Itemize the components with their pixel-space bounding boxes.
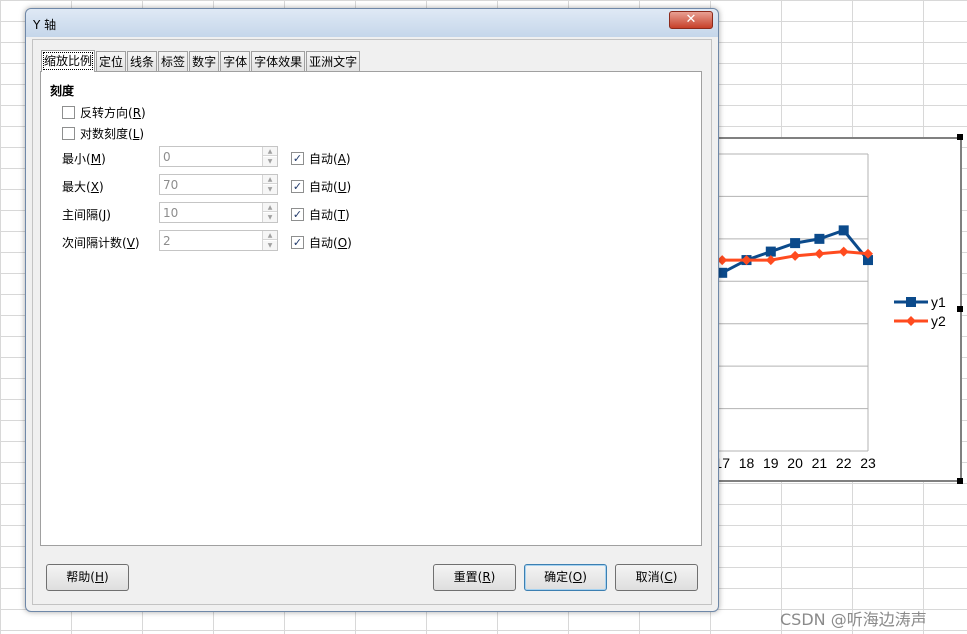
minor-interval-count-label: 次间隔计数(V) — [62, 236, 140, 250]
x-tick-label: 19 — [763, 455, 779, 471]
legend-marker-y1 — [906, 297, 916, 307]
minimum-label: 最小(M) — [62, 152, 106, 166]
section-title: 刻度 — [50, 84, 75, 98]
tab-scale[interactable]: 缩放比例 — [41, 50, 96, 72]
reverse-direction-option[interactable]: 反转方向(R) — [62, 104, 146, 121]
data-point-y2 — [814, 248, 825, 259]
tab-bar: 缩放比例 定位 线条 标签 数字 字体 字体效果 亚洲文字 — [41, 50, 361, 72]
chart-frame[interactable]: 17 18 19 20 21 22 23 y1 y2 — [690, 137, 962, 482]
log-scale-label: 对数刻度(L) — [80, 127, 145, 141]
watermark-text: CSDN @听海边涛声 — [780, 610, 927, 629]
major-interval-spin-buttons: ▲ ▼ — [262, 203, 277, 222]
spin-up-icon[interactable]: ▲ — [263, 231, 277, 240]
data-point-y2 — [838, 246, 849, 257]
minor-interval-count-auto-option[interactable]: ✓ 自动(O) — [291, 234, 352, 251]
spin-down-icon[interactable]: ▼ — [263, 241, 277, 250]
maximum-auto-label: 自动(U) — [309, 180, 352, 194]
legend-label-y2: y2 — [931, 313, 946, 329]
tab-font-effects[interactable]: 字体效果 — [251, 51, 306, 72]
maximum-auto-checkbox[interactable]: ✓ — [291, 180, 304, 193]
tab-asian-layout[interactable]: 亚洲文字 — [306, 51, 361, 72]
data-point-y2 — [790, 250, 801, 261]
maximum-spin-buttons: ▲ ▼ — [262, 175, 277, 194]
maximum-spinbox[interactable]: 70 ▲ ▼ — [159, 174, 278, 195]
dialog-title: Y 轴 — [33, 18, 57, 32]
data-point-y1 — [814, 233, 825, 244]
data-point-y1 — [790, 238, 801, 249]
major-interval-spinbox[interactable]: 10 ▲ ▼ — [159, 202, 278, 223]
major-interval-label: 主间隔(J) — [62, 208, 111, 222]
major-interval-auto-checkbox[interactable]: ✓ — [291, 208, 304, 221]
minimum-auto-label: 自动(A) — [309, 152, 351, 166]
dialog-titlebar[interactable]: Y 轴 ✕ — [26, 9, 718, 37]
minor-interval-count-spinbox[interactable]: 2 ▲ ▼ — [159, 230, 278, 251]
chart-selection-handle[interactable] — [957, 306, 963, 312]
maximum-label: 最大(X) — [62, 180, 104, 194]
maximum-auto-option[interactable]: ✓ 自动(U) — [291, 178, 351, 195]
x-tick-label: 21 — [812, 455, 828, 471]
x-tick-label: 18 — [739, 455, 755, 471]
reset-button[interactable]: 重置(R) — [433, 564, 516, 591]
spin-down-icon[interactable]: ▼ — [263, 157, 277, 166]
reverse-direction-label: 反转方向(R) — [80, 106, 146, 120]
help-button[interactable]: 帮助(H) — [46, 564, 129, 591]
tab-numbers[interactable]: 数字 — [189, 51, 220, 72]
minimum-spinbox[interactable]: 0 ▲ ▼ — [159, 146, 278, 167]
data-point-y1 — [838, 225, 849, 236]
legend-marker-y2 — [906, 316, 916, 326]
spin-up-icon[interactable]: ▲ — [263, 147, 277, 156]
chart-svg: 17 18 19 20 21 22 23y1y2 — [692, 153, 946, 471]
minimum-value: 0 — [163, 150, 171, 164]
major-interval-auto-option[interactable]: ✓ 自动(T) — [291, 206, 350, 223]
maximum-value: 70 — [163, 178, 179, 192]
log-scale-option[interactable]: 对数刻度(L) — [62, 125, 144, 142]
major-interval-auto-label: 自动(T) — [309, 208, 350, 222]
spin-up-icon[interactable]: ▲ — [263, 203, 277, 212]
ok-button[interactable]: 确定(O) — [524, 564, 607, 591]
legend-label-y1: y1 — [931, 294, 946, 310]
x-tick-label: 23 — [860, 455, 876, 471]
minimum-auto-option[interactable]: ✓ 自动(A) — [291, 150, 351, 167]
tab-positioning[interactable]: 定位 — [96, 51, 127, 72]
minor-interval-count-auto-label: 自动(O) — [309, 236, 352, 250]
tab-line[interactable]: 线条 — [127, 51, 158, 72]
major-interval-value: 10 — [163, 206, 179, 220]
spin-down-icon[interactable]: ▼ — [263, 213, 277, 222]
chart-selection-handle[interactable] — [957, 478, 963, 484]
minor-interval-count-value: 2 — [163, 234, 171, 248]
dialog-body: 缩放比例 定位 线条 标签 数字 字体 字体效果 亚洲文字 刻度 反转方向(R)… — [32, 39, 712, 605]
spin-down-icon[interactable]: ▼ — [263, 185, 277, 194]
minor-interval-count-auto-checkbox[interactable]: ✓ — [291, 236, 304, 249]
minimum-spin-buttons: ▲ ▼ — [262, 147, 277, 166]
log-scale-checkbox[interactable] — [62, 127, 75, 140]
y-axis-dialog: Y 轴 ✕ 缩放比例 定位 线条 标签 数字 字体 字体效果 亚洲文字 刻度 反… — [25, 8, 719, 612]
x-tick-label: 20 — [787, 455, 803, 471]
chart-selection-handle[interactable] — [957, 134, 963, 140]
minimum-auto-checkbox[interactable]: ✓ — [291, 152, 304, 165]
spin-up-icon[interactable]: ▲ — [263, 175, 277, 184]
tab-panel-scale: 刻度 反转方向(R) 对数刻度(L) 最小(M) 0 ▲ ▼ ✓ 自动(A) 最… — [40, 71, 702, 546]
x-tick-label: 22 — [836, 455, 852, 471]
tab-label[interactable]: 标签 — [158, 51, 189, 72]
minor-interval-count-spin-buttons: ▲ ▼ — [262, 231, 277, 250]
cancel-button[interactable]: 取消(C) — [615, 564, 698, 591]
close-button[interactable]: ✕ — [669, 11, 713, 29]
reverse-direction-checkbox[interactable] — [62, 106, 75, 119]
tab-font[interactable]: 字体 — [220, 51, 251, 72]
